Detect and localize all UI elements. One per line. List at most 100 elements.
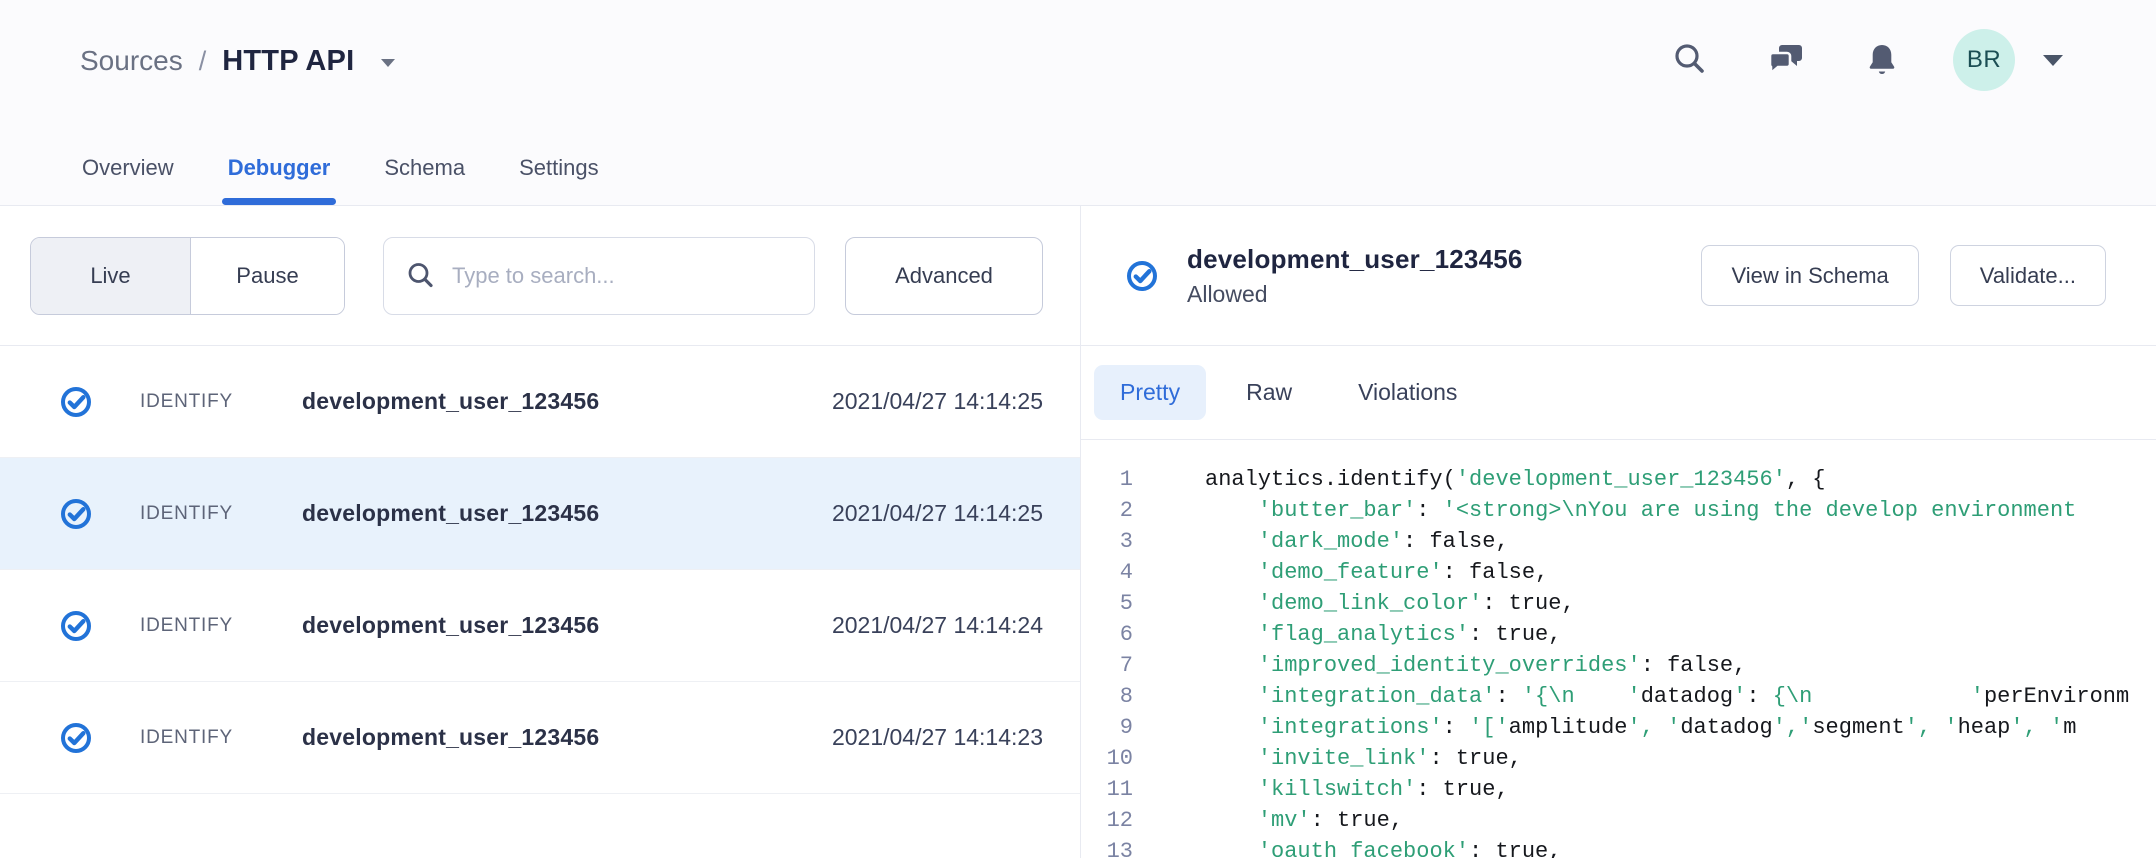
detail-tab-pretty[interactable]: Pretty [1094,365,1206,420]
account-menu-caret-icon[interactable] [2041,53,2065,67]
code-token [1205,746,1258,771]
detail-view-tabs: Pretty Raw Violations [1081,346,2156,440]
code-token [1205,560,1258,585]
code-line: 13 'oauth_facebook': true, [1081,836,2156,858]
main-content: Live Pause Advanced IDENTIFY development… [0,206,2156,858]
code-token: m [2063,715,2076,740]
avatar[interactable]: BR [1953,29,2015,91]
code-string-token: ', ' [1905,715,1958,740]
code-token: : [1416,498,1442,523]
search-input[interactable] [452,263,814,289]
tab-label: Settings [519,155,599,181]
code-token: : true, [1311,808,1403,833]
code-string-token: {\n [1773,684,1813,709]
code-line: 8 'integration_data': '{\n 'datadog': {\… [1081,681,2156,712]
source-switcher-caret-icon[interactable] [380,58,396,68]
code-token [1205,653,1258,678]
validate-button[interactable]: Validate... [1950,245,2106,306]
code-text: 'demo_link_color': true, [1205,588,1575,619]
event-type: IDENTIFY [140,615,302,637]
line-number: 11 [1081,774,1133,805]
event-row[interactable]: IDENTIFY development_user_123456 2021/04… [0,346,1080,458]
line-number: 6 [1081,619,1133,650]
code-line: 1 analytics.identify('development_user_1… [1081,464,2156,495]
code-string-token: 'improved_identity_overrides' [1258,653,1641,678]
breadcrumb: Sources / HTTP API [80,30,396,92]
code-string-token: 'oauth_facebook' [1258,839,1469,858]
event-list-panel: Live Pause Advanced IDENTIFY development… [0,206,1081,858]
line-number: 13 [1081,836,1133,858]
event-row[interactable]: IDENTIFY development_user_123456 2021/04… [0,682,1080,794]
event-title: development_user_123456 [1187,244,1523,275]
chat-icon[interactable] [1767,41,1805,79]
detail-tab-violations[interactable]: Violations [1348,365,1467,420]
code-token [1205,622,1258,647]
code-string-token: 'development_user_123456' [1456,467,1786,492]
line-number: 3 [1081,526,1133,557]
code-token: : true, [1469,839,1561,858]
code-text: 'integrations': '['amplitude', 'datadog'… [1205,712,2076,743]
search-input-icon [406,261,436,291]
code-string-token: 'invite_link' [1258,746,1430,771]
tab-debugger[interactable]: Debugger [226,131,333,205]
line-number: 8 [1081,681,1133,712]
live-pause-toggle: Live Pause [30,237,345,315]
event-row[interactable]: IDENTIFY development_user_123456 2021/04… [0,458,1080,570]
code-line: 9 'integrations': '['amplitude', 'datado… [1081,712,2156,743]
code-string-token: 'killswitch' [1258,777,1416,802]
code-token: : [1746,684,1772,709]
pause-toggle-button[interactable]: Pause [191,238,344,314]
breadcrumb-separator: / [199,46,207,77]
code-string-token: ',' [1773,715,1813,740]
event-timestamp: 2021/04/27 14:14:23 [832,724,1043,751]
live-toggle-button[interactable]: Live [31,238,191,314]
code-string-token: 'integration_data' [1258,684,1496,709]
event-row[interactable]: IDENTIFY development_user_123456 2021/04… [0,570,1080,682]
allowed-check-circle-icon [59,721,93,755]
tab-settings[interactable]: Settings [517,131,601,205]
line-number: 5 [1081,588,1133,619]
view-in-schema-button[interactable]: View in Schema [1701,245,1918,306]
source-tabs: Overview Debugger Schema Settings [80,131,601,205]
code-string-token: 'integrations' [1258,715,1443,740]
advanced-button[interactable]: Advanced [845,237,1043,315]
code-line: 11 'killswitch': true, [1081,774,2156,805]
detail-titles: development_user_123456 Allowed [1187,244,1523,308]
code-string-token: 'dark_mode' [1258,529,1403,554]
code-string-token: '[' [1469,715,1509,740]
code-token: amplitude [1509,715,1628,740]
breadcrumb-sources-link[interactable]: Sources [80,45,183,77]
code-text: 'butter_bar': '<strong>\nYou are using t… [1205,495,2076,526]
code-token: datadog [1641,684,1733,709]
code-string-token: '<strong>\nYou are using the develop env… [1443,498,2077,523]
search-icon[interactable] [1671,41,1709,79]
code-line: 4 'demo_feature': false, [1081,557,2156,588]
tab-label: Debugger [228,155,331,181]
event-timestamp: 2021/04/27 14:14:25 [832,500,1043,527]
detail-tab-raw[interactable]: Raw [1236,365,1302,420]
code-token: : true, [1482,591,1574,616]
code-line: 3 'dark_mode': false, [1081,526,2156,557]
code-string-token: '{\n [1522,684,1575,709]
code-text: 'flag_analytics': true, [1205,619,1561,650]
tab-label: Overview [82,155,174,181]
code-token: datadog [1680,715,1772,740]
detail-buttons: View in Schema Validate... [1701,245,2106,306]
code-token: : [1495,684,1521,709]
code-token: : false, [1443,560,1549,585]
code-text: 'killswitch': true, [1205,774,1509,805]
breadcrumb-current-source: HTTP API [222,45,354,78]
allowed-check-circle-icon [59,497,93,531]
code-string-token: ' [1733,684,1746,709]
tab-schema[interactable]: Schema [382,131,467,205]
code-token: : true, [1469,622,1561,647]
code-line: 5 'demo_link_color': true, [1081,588,2156,619]
line-number: 2 [1081,495,1133,526]
code-token [1205,808,1258,833]
tab-overview[interactable]: Overview [80,131,176,205]
bell-icon[interactable] [1863,41,1901,79]
code-token [1205,777,1258,802]
event-timestamp: 2021/04/27 14:14:24 [832,612,1043,639]
event-payload-code: 1 analytics.identify('development_user_1… [1081,440,2156,858]
code-token [1575,684,1628,709]
